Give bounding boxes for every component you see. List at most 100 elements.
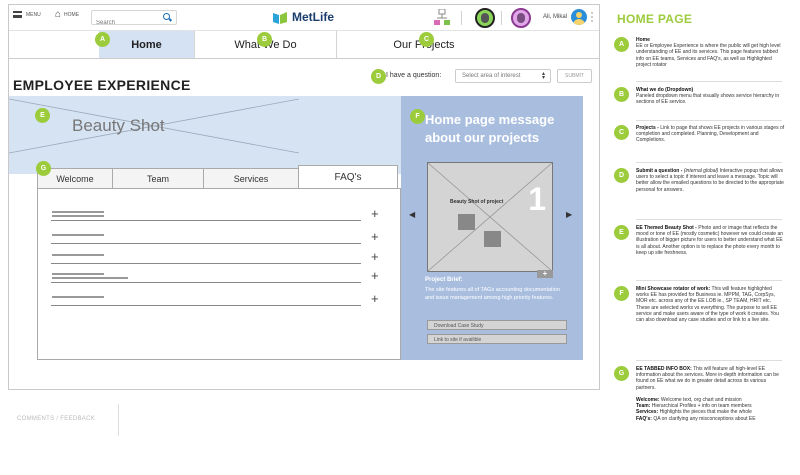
search-input[interactable]: [96, 16, 160, 30]
download-case-study-button[interactable]: Download Case Study: [427, 320, 567, 330]
badge-a: A: [95, 32, 110, 47]
brand-name: MetLife: [292, 10, 334, 24]
green-profile-icon[interactable]: [475, 8, 495, 28]
avatar[interactable]: [571, 9, 587, 25]
expand-plus-icon[interactable]: +: [371, 250, 379, 263]
badge-f: F: [410, 109, 425, 124]
faq-item[interactable]: +: [51, 269, 379, 283]
user-name[interactable]: Ali, Mikal: [543, 14, 567, 20]
divider: [636, 81, 782, 82]
text-placeholder: [52, 234, 104, 236]
project-image-label: Beauty Shot of project: [450, 199, 504, 205]
page-title: EMPLOYEE EXPERIENCE: [13, 77, 191, 93]
notes-title: HOME PAGE: [617, 12, 693, 26]
home-icon: ⌂: [55, 9, 62, 20]
expand-plus-icon[interactable]: +: [537, 270, 553, 278]
faq-item[interactable]: +: [51, 292, 379, 306]
search-icon[interactable]: [163, 13, 170, 20]
faq-item[interactable]: +: [51, 230, 379, 244]
divider: [636, 219, 782, 220]
expand-plus-icon[interactable]: +: [371, 230, 379, 243]
expand-plus-icon[interactable]: +: [371, 269, 379, 282]
note-text: Projects - Link to page that shows EE pr…: [636, 125, 786, 144]
tab-note-services: Services: Highlights the pieces that mak…: [636, 409, 752, 416]
link-to-site-button[interactable]: Link to site if availible: [427, 334, 567, 344]
search-box: [91, 10, 177, 30]
badge-g: G: [36, 161, 51, 176]
badge-a: A: [614, 37, 629, 52]
text-placeholder: [52, 277, 128, 279]
org-chart-icon[interactable]: [433, 9, 451, 27]
nav-home-label: Home: [131, 38, 162, 51]
question-label: I have a question:: [386, 72, 442, 79]
project-showcase: Home page message about our projects ◀ B…: [401, 96, 583, 360]
submit-button[interactable]: SUBMIT: [557, 69, 592, 83]
project-image[interactable]: Beauty Shot of project 1: [427, 162, 553, 272]
faq-item[interactable]: +: [51, 250, 379, 264]
note-text: Home EE or Employee Experience is where …: [636, 37, 786, 68]
divider: [636, 120, 782, 121]
page-header: EMPLOYEE EXPERIENCE I have a question: S…: [9, 60, 599, 100]
more-options-icon[interactable]: [591, 12, 595, 22]
top-bar: MENU ⌂ HOME MetLife Ali, Mikal: [9, 5, 599, 31]
tab-note-team: Team: Hierarchical Profiles + info on te…: [636, 403, 752, 410]
info-tabs: Welcome Team Services FAQ's: [37, 165, 401, 188]
badge-d: D: [371, 69, 386, 84]
badge-b: B: [614, 87, 629, 102]
next-arrow-icon[interactable]: ▶: [566, 210, 572, 219]
divider: [501, 11, 502, 25]
project-brief-title: Project Brief:: [425, 277, 463, 283]
note-body: Paneled dropdown menu that visually show…: [636, 93, 780, 106]
comments-feedback-link[interactable]: COMMENTS / FEEDBACK: [17, 416, 95, 422]
badge-e: E: [35, 108, 50, 123]
metlife-logo[interactable]: MetLife: [273, 10, 334, 24]
divider: [461, 11, 462, 25]
note-body: Link to page that shows EE projects in v…: [636, 125, 785, 144]
tab-note-faqs: FAQ's: QA on clarifying any misconceptio…: [636, 415, 756, 422]
note-heading: What we do (Dropdown): [636, 87, 694, 93]
purple-profile-icon[interactable]: [511, 8, 531, 28]
menu-button[interactable]: MENU: [13, 11, 41, 18]
faq-item[interactable]: +: [51, 207, 379, 221]
text-placeholder: [52, 254, 104, 256]
tab-team[interactable]: Team: [112, 168, 204, 188]
question-topic-select[interactable]: Select area of interest ▴ ▾: [455, 69, 551, 83]
nav-home[interactable]: Home: [99, 31, 195, 58]
note-text: What we do (Dropdown) Paneled dropdown m…: [636, 87, 786, 106]
wireframe-frame: MENU ⌂ HOME MetLife Ali, Mikal: [8, 4, 600, 390]
tab-faqs[interactable]: FAQ's: [298, 165, 398, 188]
menu-label: MENU: [26, 11, 41, 18]
tab-note-welcome: Welcome: Welcome text, org chart and mis…: [636, 397, 742, 404]
badge-e: E: [614, 225, 629, 240]
note-heading: Submit a question -: [636, 168, 683, 174]
text-placeholder: [52, 215, 104, 217]
beauty-shot: Beauty Shot: [9, 96, 401, 174]
expand-plus-icon[interactable]: +: [371, 207, 379, 220]
select-caret-icon: ▴ ▾: [541, 71, 545, 81]
home-button[interactable]: ⌂ HOME: [55, 9, 79, 20]
hamburger-icon: [13, 11, 22, 18]
project-brief-text: The site features all of TAGs accounting…: [425, 287, 560, 301]
tab-services[interactable]: Services: [203, 168, 299, 188]
text-placeholder: [52, 273, 104, 275]
image-placeholder-icon: [9, 98, 300, 154]
previous-arrow-icon[interactable]: ◀: [409, 210, 415, 219]
badge-d: D: [614, 168, 629, 183]
note-body: EE or Employee Experience is where the p…: [636, 43, 781, 68]
badge-c: C: [419, 32, 434, 47]
note-text: EE Themed Beauty Shot - Photo and or ima…: [636, 225, 786, 256]
note-heading: EE Themed Beauty Shot -: [636, 225, 697, 231]
badge-f: F: [614, 286, 629, 301]
expand-plus-icon[interactable]: +: [371, 292, 379, 305]
divider: [636, 280, 782, 281]
beauty-shot-label: Beauty Shot: [72, 116, 165, 135]
note-heading: EE TABBED INFO BOX:: [636, 366, 692, 372]
divider: [636, 162, 782, 163]
metlife-logo-icon: [273, 12, 287, 24]
slide-number: 1: [528, 181, 546, 217]
question-topic-value: Select area of interest: [462, 73, 521, 79]
promo-title: Home page message about our projects: [425, 112, 555, 145]
note-aside: (internal global): [683, 168, 719, 174]
badge-c: C: [614, 125, 629, 140]
text-placeholder: [52, 211, 104, 213]
